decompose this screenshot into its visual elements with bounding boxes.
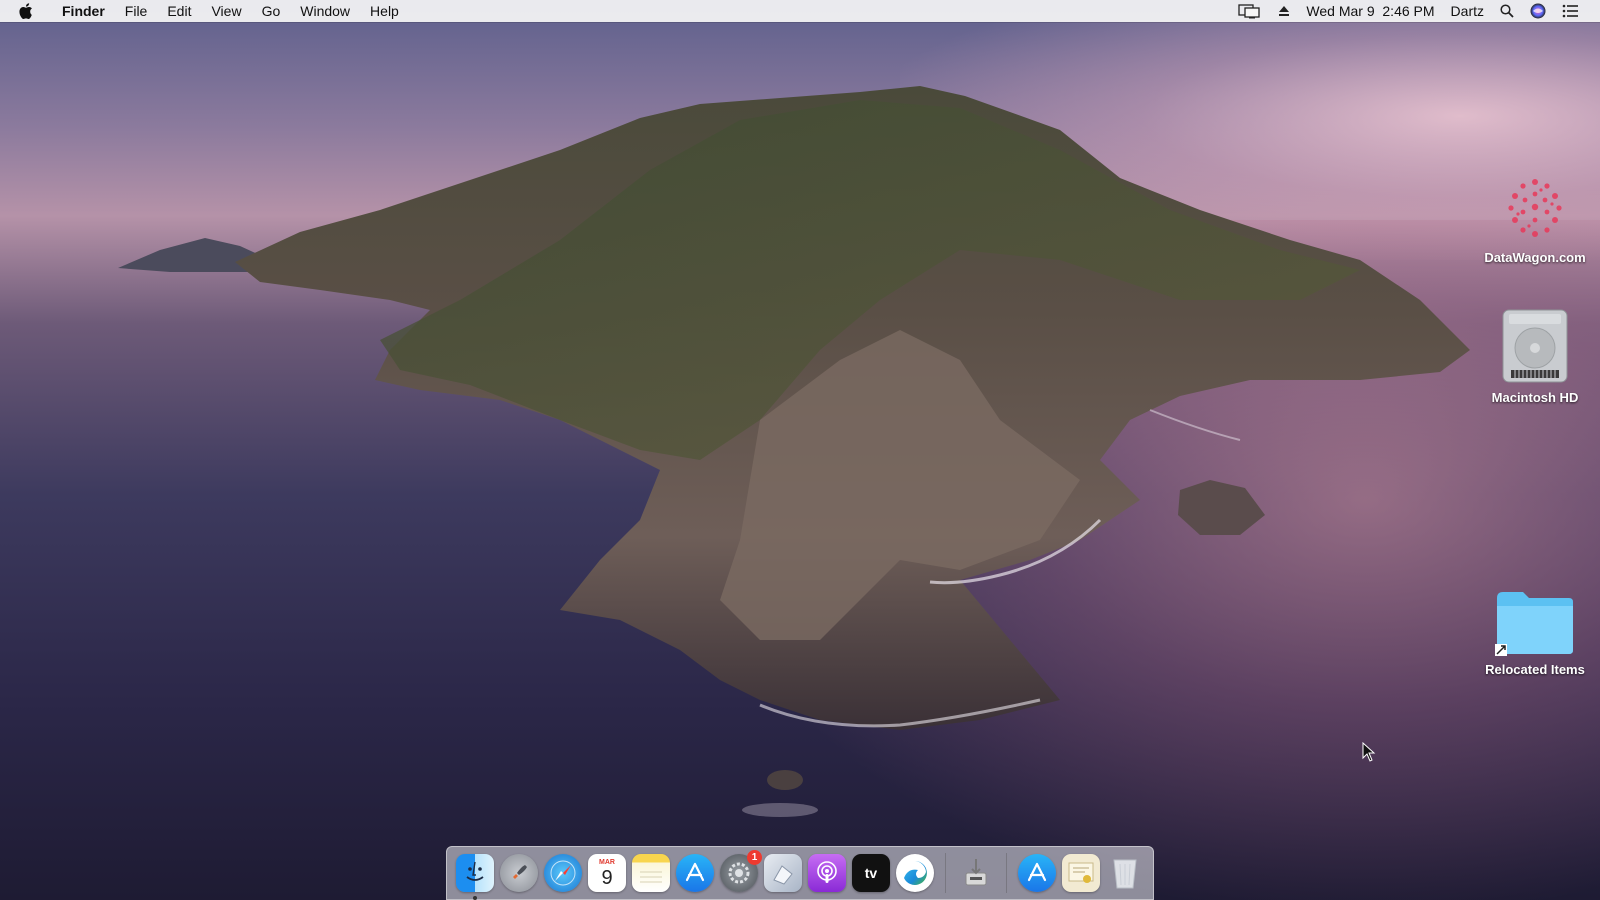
apple-tv-icon[interactable]: tv: [852, 854, 890, 892]
user-name[interactable]: Dartz: [1443, 0, 1492, 22]
preview-icon[interactable]: [764, 854, 802, 892]
menu-edit[interactable]: Edit: [157, 0, 201, 22]
finder-icon[interactable]: [456, 854, 494, 900]
hard-drive-icon: [1497, 306, 1573, 386]
dock-separator: [945, 853, 946, 893]
edge-icon[interactable]: [896, 854, 934, 892]
menu-go[interactable]: Go: [252, 0, 291, 22]
calendar-icon[interactable]: MAR 9: [588, 854, 626, 892]
datawagon-logo-icon: [1497, 170, 1573, 246]
notes-icon[interactable]: [632, 854, 670, 892]
app-menu-finder[interactable]: Finder: [52, 0, 115, 22]
launchpad-icon[interactable]: [500, 854, 538, 892]
calendar-day: 9: [601, 866, 613, 889]
display-mirroring-icon[interactable]: [1230, 3, 1270, 19]
calendar-month: MAR: [599, 858, 615, 866]
apple-menu-icon[interactable]: [18, 2, 34, 20]
safari-icon[interactable]: [544, 854, 582, 892]
desktop-icon-label: Macintosh HD: [1491, 390, 1579, 405]
installer-icon[interactable]: [957, 854, 995, 892]
dock-separator: [1006, 853, 1007, 893]
desktop-icon-label: DataWagon.com: [1484, 250, 1586, 265]
app-store-icon[interactable]: [676, 854, 714, 892]
clock-datetime[interactable]: Wed Mar 9 2:46 PM: [1298, 0, 1442, 22]
mouse-cursor: [1362, 741, 1376, 767]
trash-icon[interactable]: [1106, 854, 1144, 892]
menu-help[interactable]: Help: [360, 0, 409, 22]
notification-badge: 1: [747, 850, 762, 865]
spotlight-icon[interactable]: [1492, 4, 1522, 18]
menu-bar: Finder File Edit View Go Window Help Wed…: [0, 0, 1600, 22]
catalina-island-wallpaper-art: [118, 86, 1470, 817]
podcasts-icon[interactable]: [808, 854, 846, 892]
desktop-icon-label: Relocated Items: [1485, 662, 1585, 677]
certificate-icon[interactable]: [1062, 854, 1100, 892]
app-store-downloads-icon[interactable]: [1018, 854, 1056, 892]
running-indicator: [473, 896, 477, 900]
menu-file[interactable]: File: [115, 0, 158, 22]
desktop-icon-datawagon[interactable]: DataWagon.com: [1475, 170, 1595, 265]
siri-icon[interactable]: [1522, 3, 1554, 19]
apple-tv-label: tv: [864, 865, 878, 881]
menu-view[interactable]: View: [201, 0, 251, 22]
dock: MAR 9 1 tv: [446, 846, 1154, 900]
notification-center-icon[interactable]: [1554, 4, 1586, 18]
eject-icon[interactable]: [1270, 5, 1298, 17]
folder-alias-icon: [1493, 588, 1577, 658]
menu-window[interactable]: Window: [290, 0, 360, 22]
desktop-icon-relocated-items[interactable]: Relocated Items: [1475, 588, 1595, 677]
system-preferences-icon[interactable]: 1: [720, 850, 762, 892]
desktop-wallpaper: [0, 0, 1600, 900]
desktop-icon-macintosh-hd[interactable]: Macintosh HD: [1475, 306, 1595, 405]
